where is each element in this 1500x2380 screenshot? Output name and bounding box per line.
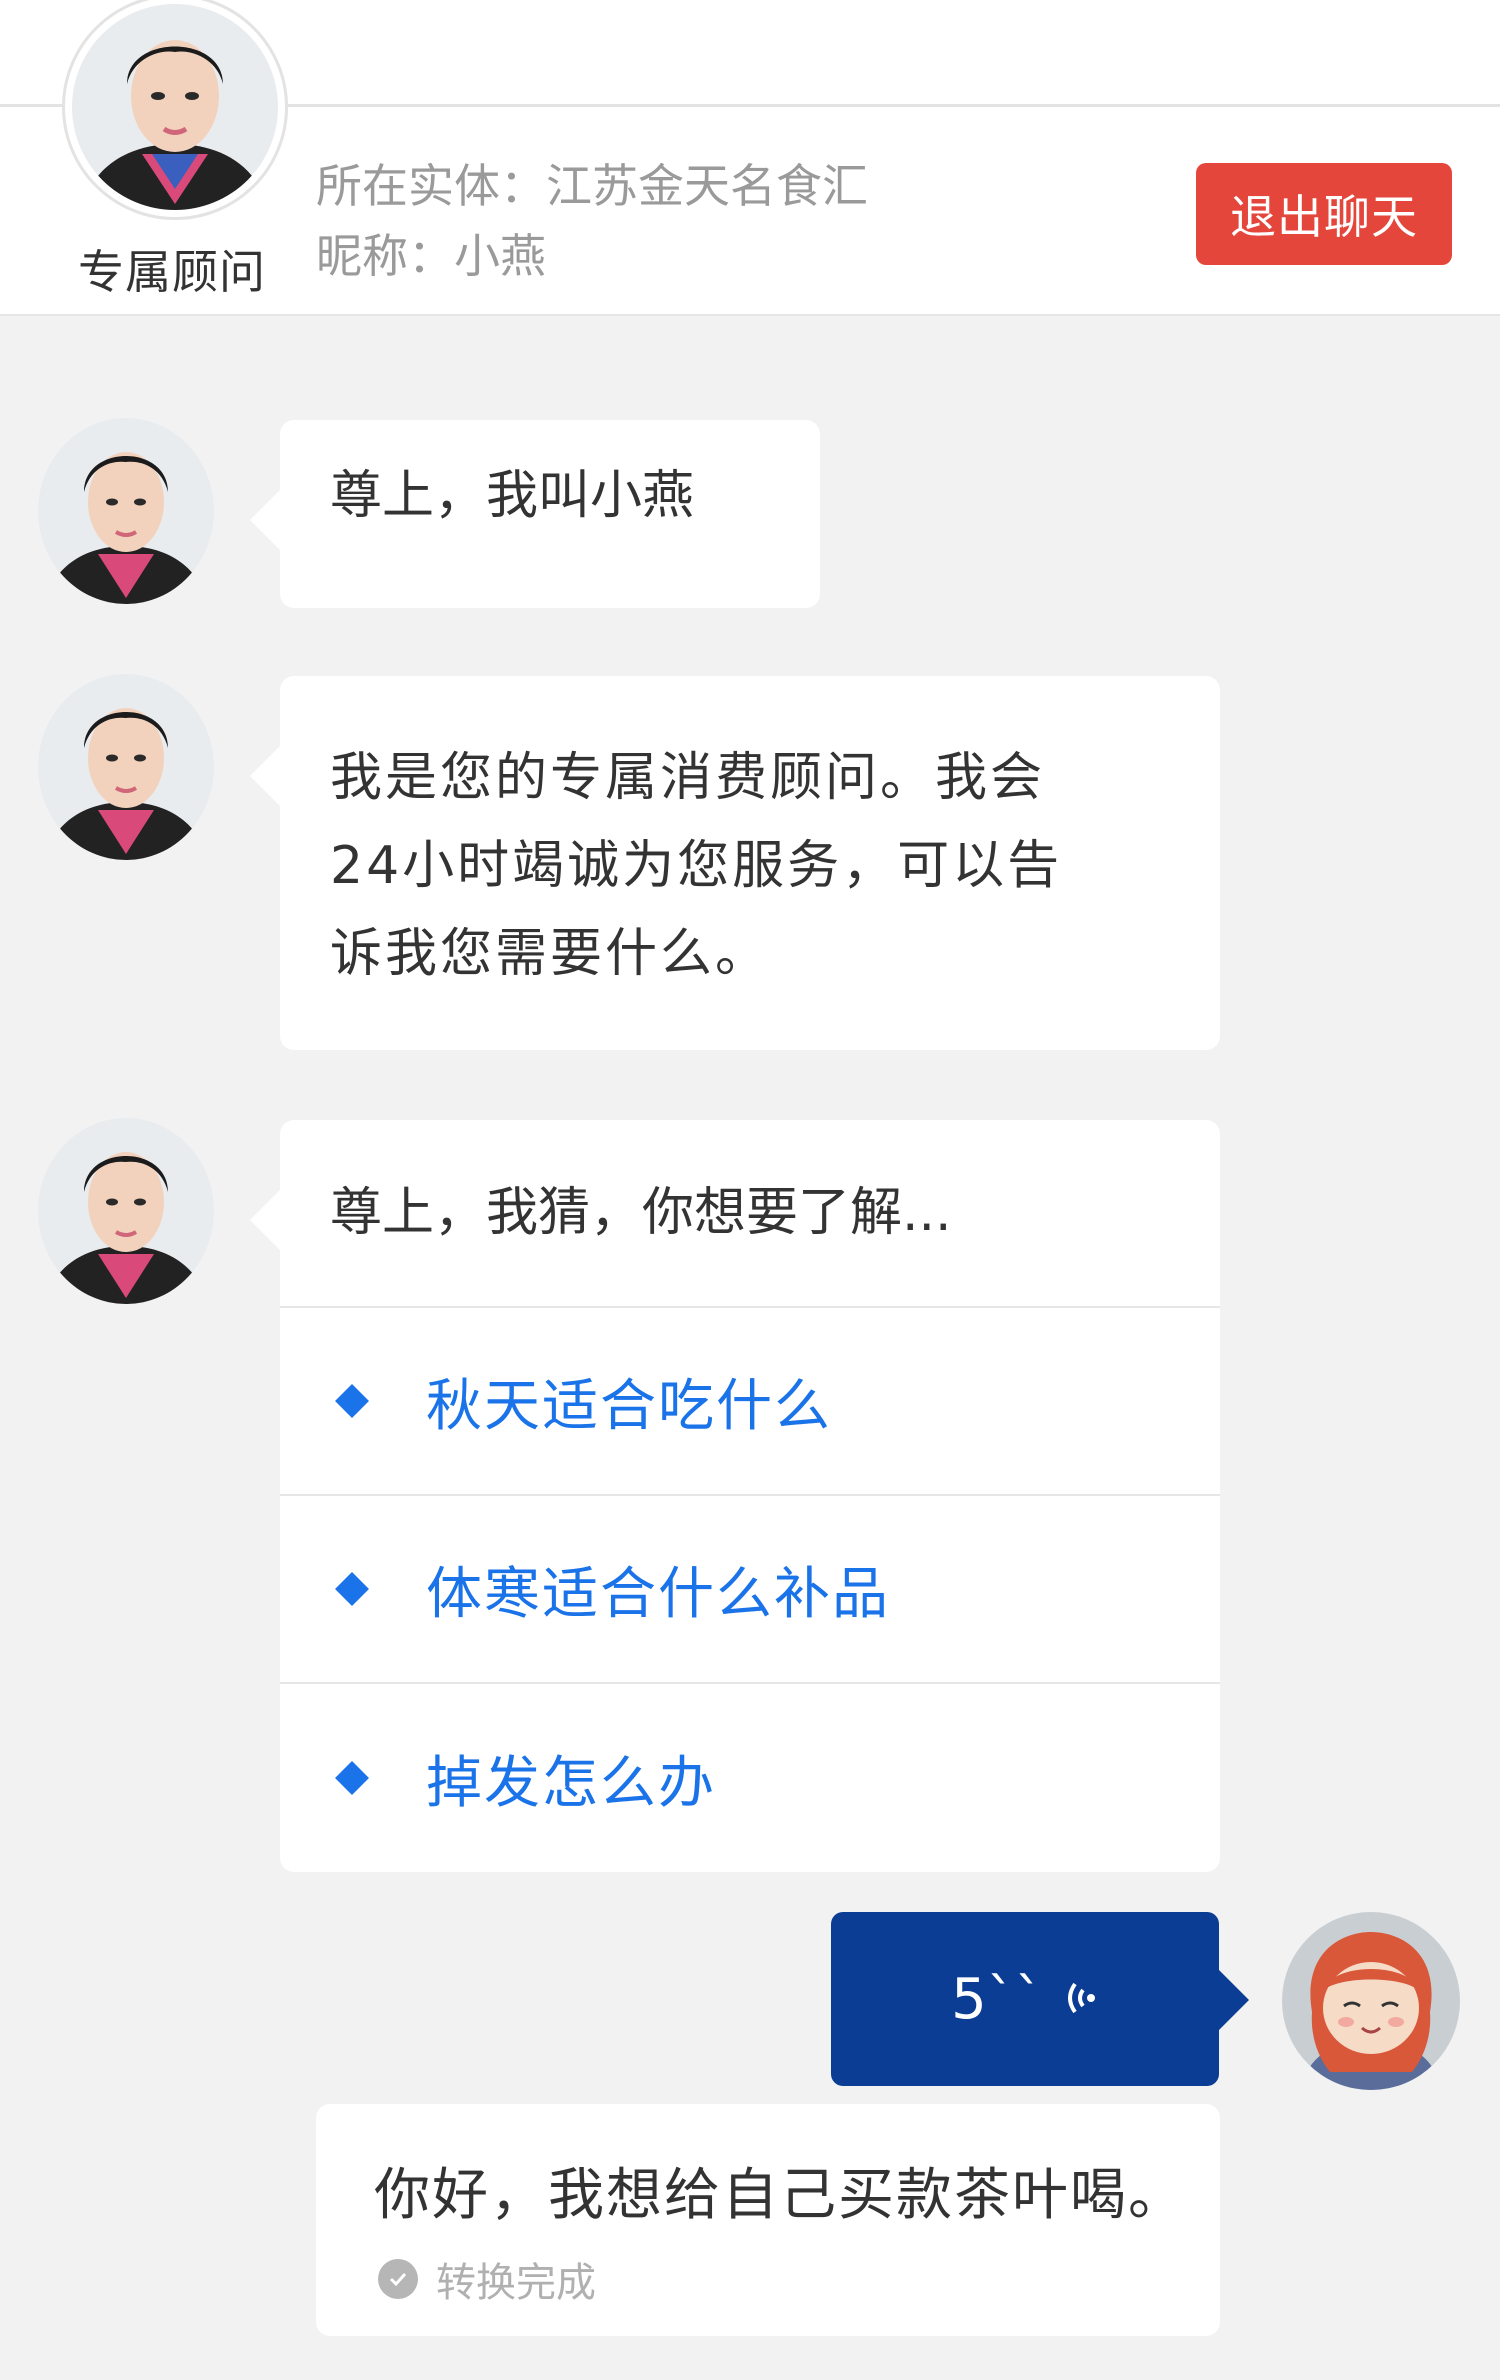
advisor-avatar[interactable] [38, 1118, 214, 1304]
check-circle-icon [378, 2259, 418, 2299]
conversion-status: 转换完成 [378, 2250, 596, 2308]
entity-info: 所在实体：江苏金天名食汇 [316, 159, 868, 213]
voice-message-bubble[interactable]: 5`` [831, 1912, 1249, 2086]
advisor-label: 专属顾问 [78, 245, 266, 299]
advisor-avatar[interactable] [38, 674, 214, 860]
suggestions-heading: 尊上，我猜，你想要了解... [330, 1183, 952, 1243]
message-bubble-greeting: 尊上，我叫小燕 [250, 420, 820, 608]
suggestion-item[interactable]: 体寒适合什么补品 [280, 1496, 1220, 1684]
status-text: 转换完成 [436, 2260, 596, 2306]
advisor-avatar[interactable] [38, 418, 214, 604]
suggestion-label: 掉发怎么办 [426, 1750, 716, 1816]
advisor-avatar[interactable] [62, 0, 288, 220]
sound-wave-icon [1063, 1967, 1099, 2032]
message-text: 尊上，我叫小燕 [330, 466, 695, 526]
message-bubble-suggestions: 尊上，我猜，你想要了解... 秋天适合吃什么 体寒适合什么补品 掉发怎么办 [250, 1120, 1220, 1872]
chat-header: 专属顾问 所在实体：江苏金天名食汇 昵称：小燕 退出聊天 [0, 0, 1500, 316]
suggestion-item[interactable]: 掉发怎么办 [280, 1684, 1220, 1872]
voice-duration: 5`` [951, 1966, 1043, 2032]
suggestion-label: 体寒适合什么补品 [426, 1561, 890, 1627]
diamond-bullet-icon [335, 1572, 369, 1606]
user-avatar[interactable] [1282, 1912, 1460, 2090]
suggestion-item[interactable]: 秋天适合吃什么 [280, 1308, 1220, 1496]
suggestions-heading-row: 尊上，我猜，你想要了解... [280, 1120, 1220, 1308]
transcript-bubble: 你好，我想给自己买款茶叶喝。 转换完成 [316, 2104, 1220, 2336]
exit-chat-button[interactable]: 退出聊天 [1196, 163, 1452, 265]
diamond-bullet-icon [335, 1384, 369, 1418]
nickname-info: 昵称：小燕 [316, 229, 546, 283]
diamond-bullet-icon [335, 1761, 369, 1795]
message-bubble-intro: 我是您的专属消费顾问。我会 24小时竭诚为您服务，可以告 诉我您需要什么。 [250, 676, 1220, 1050]
transcript-text: 你好，我想给自己买款茶叶喝。 [374, 2163, 1186, 2228]
intro-line-3: 诉我您需要什么。 [330, 924, 771, 984]
suggestion-label: 秋天适合吃什么 [426, 1373, 832, 1439]
intro-line-1: 我是您的专属消费顾问。我会 [330, 748, 1046, 808]
intro-line-2: 24小时竭诚为您服务，可以告 [330, 836, 1063, 896]
